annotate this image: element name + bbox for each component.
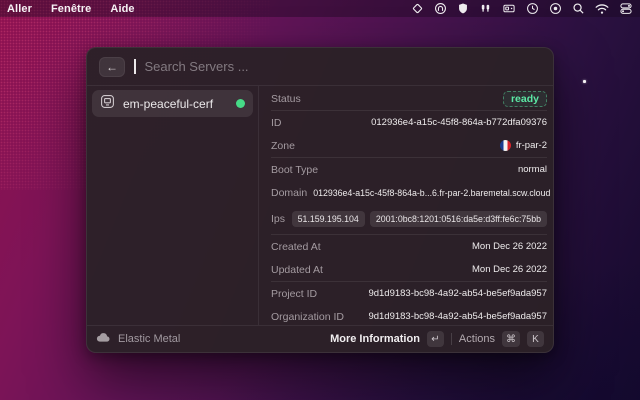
shield-icon[interactable]	[457, 2, 469, 15]
menu-aide[interactable]: Aide	[110, 3, 134, 15]
detail-value: 9d1d9183-bc98-4a92-ab54-be5ef9ada957	[368, 288, 547, 299]
status-ready-badge: ready	[503, 91, 547, 107]
ipv6-chip[interactable]: 2001:0bc8:1201:0516:da5e:d3ff:fe6c:75bb	[370, 211, 547, 227]
detail-row-domain: Domain 012936e4-a15c-45f8-864a-b...6.fr-…	[271, 181, 547, 204]
detail-label: Project ID	[271, 288, 317, 300]
detail-label: Domain	[271, 187, 307, 199]
source-label: Elastic Metal	[118, 333, 180, 345]
footer-divider	[451, 333, 452, 345]
detail-label: Created At	[271, 241, 321, 253]
detail-value: Mon Dec 26 2022	[472, 264, 547, 275]
server-list: em-peaceful-cerf	[87, 86, 259, 325]
search-icon[interactable]	[572, 2, 585, 15]
cmd-key-icon: ⌘	[502, 331, 520, 347]
detail-value: 9d1d9183-bc98-4a92-ab54-be5ef9ada957	[368, 311, 547, 322]
detail-row-boot-type: Boot Type normal	[271, 158, 547, 181]
zone-value: fr-par-2	[500, 140, 547, 151]
text-caret	[134, 59, 136, 74]
detail-label: Ips	[271, 213, 285, 225]
detail-row-organization-id: Organization ID 9d1d9183-bc98-4a92-ab54-…	[271, 305, 547, 325]
detail-row-ips: Ips 51.159.195.104 2001:0bc8:1201:0516:d…	[271, 204, 547, 234]
menu-bar: Aller Fenêtre Aide	[0, 0, 640, 17]
server-icon	[100, 94, 115, 114]
detail-label: Status	[271, 93, 301, 105]
detail-value: 012936e4-a15c-45f8-864a-b...6.fr-par-2.b…	[313, 188, 550, 198]
ipv4-chip[interactable]: 51.159.195.104	[292, 211, 365, 227]
detail-label: ID	[271, 117, 282, 129]
server-online-dot	[236, 99, 245, 108]
detail-value: normal	[518, 164, 547, 175]
window-footer: Elastic Metal More Information ↵ Actions…	[87, 325, 553, 352]
footer-actions: More Information ↵ Actions ⌘ K	[330, 331, 544, 347]
server-details: Status ready ID 012936e4-a15c-45f8-864a-…	[259, 86, 553, 325]
detail-row-project-id: Project ID 9d1d9183-bc98-4a92-ab54-be5ef…	[271, 282, 547, 305]
detail-row-zone: Zone fr-par-2	[271, 134, 547, 157]
launcher-window: ← em-peaceful-cerf Status ready ID 01293…	[86, 47, 554, 353]
more-information-button[interactable]: More Information	[330, 333, 420, 345]
raycast-icon[interactable]	[411, 2, 424, 15]
back-button[interactable]: ←	[99, 57, 125, 77]
extension-source: Elastic Metal	[96, 330, 180, 348]
menu-aller[interactable]: Aller	[7, 3, 32, 15]
search-input[interactable]	[145, 59, 542, 74]
detail-label: Organization ID	[271, 311, 344, 323]
wifi-icon[interactable]	[595, 3, 609, 15]
server-list-item-selected[interactable]: em-peaceful-cerf	[92, 90, 253, 117]
k-key-icon: K	[527, 331, 544, 347]
arch-circle-icon[interactable]	[434, 2, 447, 15]
detail-value: Mon Dec 26 2022	[472, 241, 547, 252]
menu-fenetre[interactable]: Fenêtre	[51, 3, 91, 15]
detail-label: Boot Type	[271, 164, 318, 176]
ip-chips: 51.159.195.104 2001:0bc8:1201:0516:da5e:…	[292, 211, 547, 227]
window-body: em-peaceful-cerf Status ready ID 012936e…	[87, 86, 553, 325]
record-icon[interactable]	[549, 2, 562, 15]
menu-bar-status-icons	[411, 2, 633, 15]
clock-icon[interactable]	[526, 2, 539, 15]
enter-key-icon: ↵	[427, 331, 444, 347]
france-flag-icon	[500, 140, 511, 151]
toggles-icon[interactable]	[619, 2, 633, 15]
card-icon[interactable]	[502, 2, 516, 15]
detail-row-created-at: Created At Mon Dec 26 2022	[271, 235, 547, 258]
detail-value: fr-par-2	[516, 140, 547, 151]
detail-label: Zone	[271, 140, 295, 152]
detail-row-id: ID 012936e4-a15c-45f8-864a-b772dfa09376	[271, 111, 547, 134]
actions-button[interactable]: Actions	[459, 333, 495, 345]
cursor-dot	[583, 80, 586, 83]
detail-row-status: Status ready	[271, 88, 547, 110]
detail-value: 012936e4-a15c-45f8-864a-b772dfa09376	[371, 117, 547, 128]
server-name: em-peaceful-cerf	[123, 97, 213, 111]
menu-items: Aller Fenêtre Aide	[7, 3, 135, 15]
detail-row-updated-at: Updated At Mon Dec 26 2022	[271, 258, 547, 281]
airpods-icon[interactable]	[479, 2, 492, 15]
search-header: ←	[87, 48, 553, 86]
cloud-icon	[96, 330, 111, 348]
detail-label: Updated At	[271, 264, 323, 276]
